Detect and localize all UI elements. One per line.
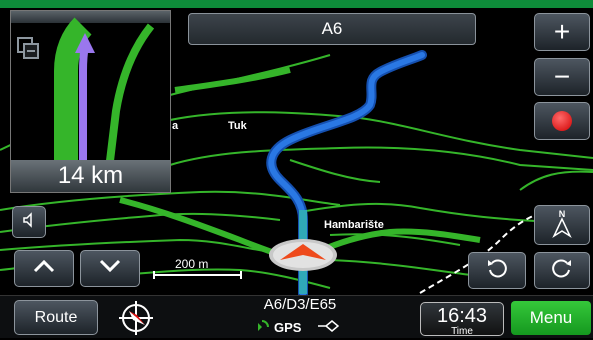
- map-label-tuk: Tuk: [228, 120, 247, 132]
- rotate-right-button[interactable]: [534, 252, 590, 289]
- map-label-partial: a: [172, 120, 179, 132]
- gps-label: GPS: [274, 320, 302, 335]
- rotate-left-button[interactable]: [468, 252, 526, 289]
- rotate-left-icon: [486, 257, 508, 284]
- satellite-icon: [256, 319, 270, 336]
- speaker-icon: [21, 211, 37, 233]
- compass-icon[interactable]: [115, 301, 157, 335]
- vehicle-icon: [317, 319, 340, 336]
- vehicle-position-marker: [268, 238, 338, 272]
- record-icon: [552, 111, 572, 131]
- minus-icon: −: [553, 61, 571, 92]
- route-button[interactable]: Route: [14, 300, 98, 335]
- distance-to-turn: 14 km: [11, 160, 170, 192]
- time-display[interactable]: 16:43 Time: [420, 302, 504, 337]
- chevron-up-icon: [33, 259, 55, 278]
- map-label-hambariste: Hambarište: [324, 219, 384, 231]
- sound-button[interactable]: [12, 206, 46, 238]
- north-arrow-icon: N: [551, 208, 573, 243]
- menu-label: Menu: [529, 308, 573, 327]
- time-value: 16:43: [436, 305, 488, 327]
- current-road-title: A6: [188, 13, 476, 45]
- route-button-label: Route: [34, 308, 78, 326]
- time-label: Time: [451, 326, 473, 337]
- next-turn-preview[interactable]: 14 km: [10, 10, 171, 193]
- plus-icon: +: [553, 16, 571, 47]
- layers-icon[interactable]: [17, 37, 39, 59]
- scale-bar: [153, 271, 242, 279]
- gps-status: GPS: [256, 319, 340, 336]
- top-frame: [0, 0, 593, 8]
- menu-button[interactable]: Menu: [511, 301, 591, 335]
- rotate-right-icon: [551, 257, 573, 284]
- record-button[interactable]: [534, 102, 590, 140]
- current-road-name: A6/D3/E65: [263, 296, 337, 313]
- pan-down-button[interactable]: [80, 250, 140, 287]
- map-scale: 200 m: [153, 257, 243, 279]
- chevron-down-icon: [99, 259, 121, 278]
- zoom-in-button[interactable]: +: [534, 13, 590, 51]
- zoom-out-button[interactable]: −: [534, 58, 590, 96]
- north-up-button[interactable]: N: [534, 205, 590, 245]
- pan-up-button[interactable]: [14, 250, 74, 287]
